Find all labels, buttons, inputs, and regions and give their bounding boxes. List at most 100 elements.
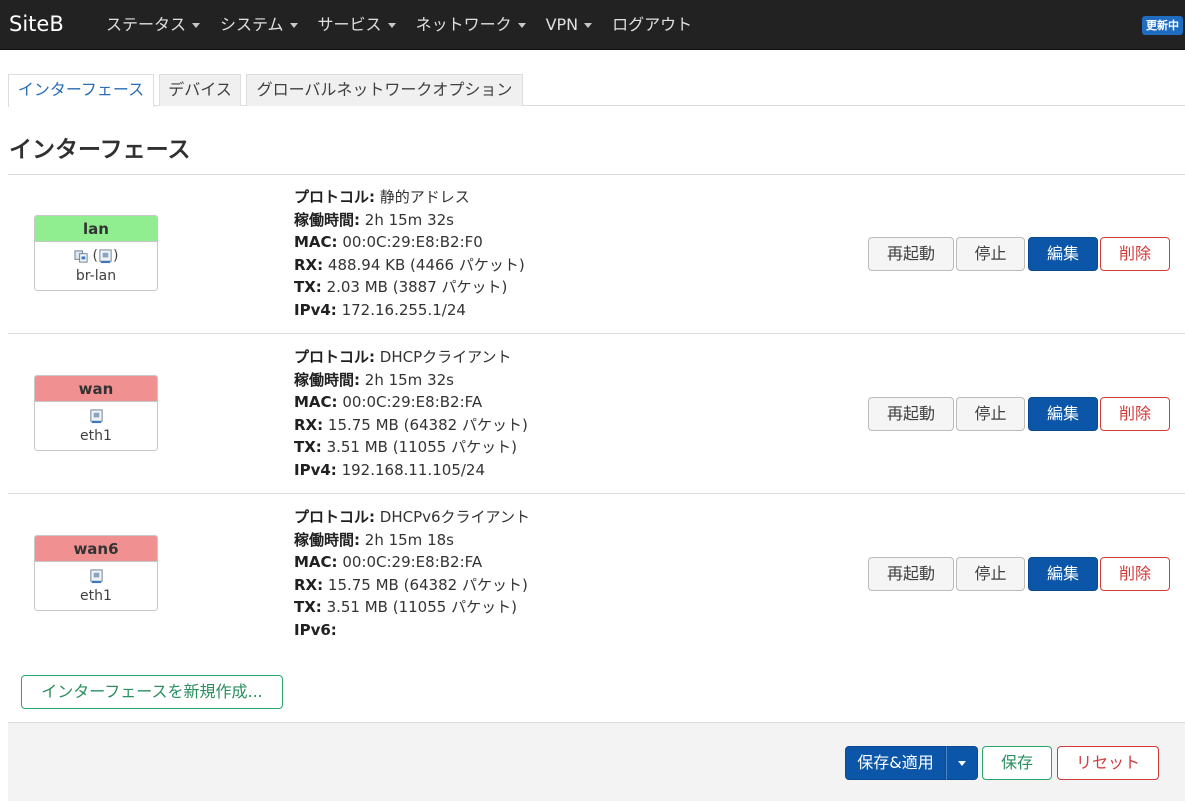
addr-label: IPv4: [294,300,337,319]
tx-value: 3.51 MB (11055 パケット) [326,598,517,617]
edit-button[interactable]: 編集 [1028,237,1098,271]
menu-services[interactable]: サービス [308,0,406,50]
network-port-icon [89,408,103,423]
interface-name: wan6 [35,536,157,562]
stop-button[interactable]: 停止 [956,557,1025,591]
interface-info: プロトコル: DHCPv6クライアント 稼働時間: 2h 15m 18s MAC… [294,506,530,642]
mac-label: MAC: [294,233,338,252]
menu-status[interactable]: ステータス [96,0,210,50]
rx-value: 15.75 MB (64382 パケット) [327,415,528,434]
brand-logo[interactable]: SiteB [9,10,64,38]
delete-button[interactable]: 削除 [1100,397,1170,431]
rx-value: 488.94 KB (4466 パケット) [327,255,525,274]
save-apply-button[interactable]: 保存&適用 [845,746,946,780]
delete-button[interactable]: 削除 [1100,237,1170,271]
tab-devices[interactable]: デバイス [159,74,241,106]
interface-row-lan: lan ( ) br-lan プロトコル: 静的アドレス 稼働時間: 2h 15… [8,175,1185,333]
edit-button[interactable]: 編集 [1028,397,1098,431]
addr-label: IPv4: [294,460,337,479]
menu-logout[interactable]: ログアウト [602,0,702,50]
interface-info: プロトコル: 静的アドレス 稼働時間: 2h 15m 32s MAC: 00:0… [294,186,525,322]
interface-row-wan: wan eth1 プロトコル: DHCPクライアント 稼働時間: 2h 15m … [8,334,1185,493]
menu-vpn-label: VPN [545,15,579,34]
protocol-value: DHCPv6クライアント [379,508,530,526]
menu-logout-label: ログアウト [612,15,693,34]
menu-status-label: ステータス [106,15,187,34]
delete-button[interactable]: 削除 [1100,557,1170,591]
interface-icons [35,405,157,427]
caret-down-icon [958,761,966,766]
rx-label: RX: [294,415,324,434]
addr-value: 192.168.11.105/24 [341,460,486,479]
network-port-icon [89,568,103,583]
network-port-icon [99,248,112,263]
protocol-label: プロトコル: [294,188,375,206]
rx-label: RX: [294,575,324,594]
stop-button[interactable]: 停止 [956,237,1025,271]
menu-network-label: ネットワーク [415,15,512,34]
save-apply-dropdown[interactable] [946,746,978,780]
uptime-value: 2h 15m 32s [364,370,454,389]
mac-value: 00:0C:29:E8:B2:FA [342,553,483,572]
add-interface-button[interactable]: インターフェースを新規作成... [21,675,283,709]
caret-down-icon [289,22,298,28]
rx-value: 15.75 MB (64382 パケット) [327,575,528,594]
menu-system[interactable]: システム [210,0,308,50]
mac-label: MAC: [294,393,338,412]
interface-device: br-lan [75,268,117,284]
menu-services-label: サービス [317,15,382,34]
interface-badge-wan6: wan6 eth1 [34,535,158,611]
interface-name: lan [35,216,157,242]
menu-vpn[interactable]: VPN [536,0,603,50]
addr-value: 172.16.255.1/24 [341,300,466,319]
restart-button[interactable]: 再起動 [868,557,954,591]
restart-button[interactable]: 再起動 [868,237,954,271]
caret-down-icon [387,22,396,28]
bridge-icon [74,249,88,263]
mac-label: MAC: [294,553,338,572]
restart-button[interactable]: 再起動 [868,397,954,431]
reset-button[interactable]: リセット [1057,746,1159,780]
tab-global-network-options[interactable]: グローバルネットワークオプション [246,74,523,106]
tx-value: 3.51 MB (11055 パケット) [326,438,517,457]
protocol-value: 静的アドレス [379,188,470,206]
tx-label: TX: [294,278,322,297]
menu-network[interactable]: ネットワーク [406,0,536,50]
tx-label: TX: [294,598,322,617]
tab-bar: インターフェース デバイス グローバルネットワークオプション [8,74,1185,107]
menu-system-label: システム [220,15,284,34]
mac-value: 00:0C:29:E8:B2:FA [342,393,483,412]
stop-button[interactable]: 停止 [956,397,1025,431]
interface-badge-wan: wan eth1 [34,375,158,451]
edit-button[interactable]: 編集 [1028,557,1098,591]
rx-label: RX: [294,255,324,274]
footer-actions: 保存&適用 保存 リセット [8,722,1185,801]
caret-down-icon [517,22,526,28]
protocol-value: DHCPクライアント [379,348,512,366]
uptime-value: 2h 15m 32s [364,210,454,229]
caret-down-icon [584,22,593,28]
caret-down-icon [192,22,201,28]
interface-device: eth1 [80,588,112,604]
page-title: インターフェース [9,137,191,163]
interface-badge-lan: lan ( ) br-lan [34,215,158,291]
uptime-label: 稼働時間: [294,370,360,389]
interface-row-wan6: wan6 eth1 プロトコル: DHCPv6クライアント 稼働時間: 2h 1… [8,494,1185,652]
tx-value: 2.03 MB (3887 パケット) [326,278,508,297]
tx-label: TX: [294,438,322,457]
interface-name: wan [35,376,157,402]
addr-label: IPv6: [294,620,337,639]
save-button[interactable]: 保存 [982,746,1052,780]
main-menu: ステータス システム サービス ネットワーク VPN ログアウト [96,0,702,50]
interface-icons: ( ) [35,245,157,267]
interface-device: eth1 [80,428,112,444]
uptime-label: 稼働時間: [294,210,360,229]
uptime-value: 2h 15m 18s [364,530,454,549]
protocol-label: プロトコル: [294,348,375,366]
top-navbar: SiteB ステータス システム サービス ネットワーク VPN ログアウト 更… [0,0,1185,50]
interface-info: プロトコル: DHCPクライアント 稼働時間: 2h 15m 32s MAC: … [294,346,528,482]
tab-interfaces[interactable]: インターフェース [8,74,154,107]
mac-value: 00:0C:29:E8:B2:F0 [342,233,483,252]
status-badge[interactable]: 更新中 [1142,16,1183,35]
uptime-label: 稼働時間: [294,530,360,549]
